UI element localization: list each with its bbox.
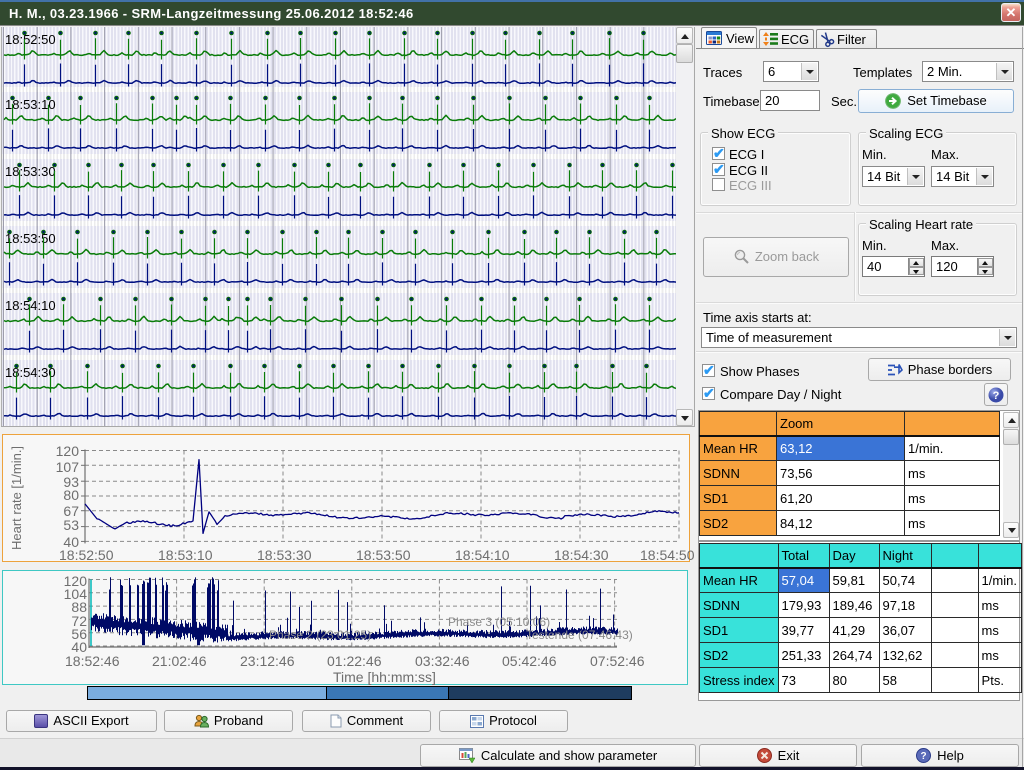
svg-text:?: ? [921, 751, 927, 762]
svg-text:?: ? [993, 390, 1000, 402]
